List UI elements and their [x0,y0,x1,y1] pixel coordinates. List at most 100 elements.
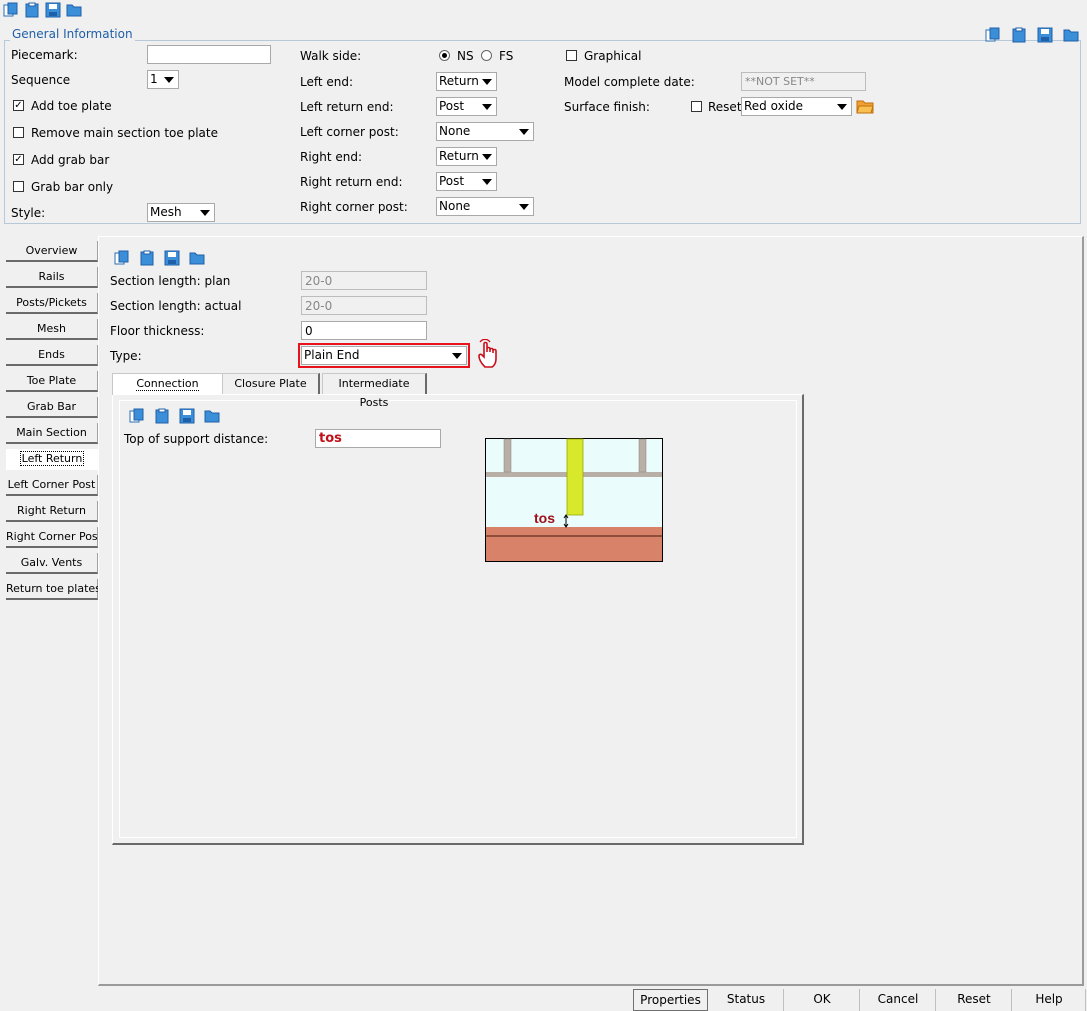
reset-checkbox[interactable] [691,101,702,112]
open-folder-icon[interactable] [1062,26,1080,44]
floor-thickness-label: Floor thickness: [110,324,205,338]
properties-button[interactable]: Properties [633,989,708,1011]
ok-button[interactable]: OK [785,989,860,1011]
tab-overview[interactable]: Overview [6,241,98,262]
connection-diagram: tos [485,438,663,562]
sequence-label: Sequence [11,73,71,87]
tab-label: Rails [38,270,65,283]
sequence-select[interactable]: 1 [147,70,179,89]
left-return-end-label: Left return end: [300,100,394,114]
surface-finish-value: Red oxide [744,99,804,113]
copy-icon[interactable] [113,249,131,267]
tab-main-section[interactable]: Main Section [6,423,98,444]
tab-closure-plate-label: Closure Plate [234,377,307,390]
tab-right-corner-post[interactable]: Right Corner Post [6,527,102,548]
add-grab-bar-label: Add grab bar [31,153,110,167]
top-toolbar [2,1,83,19]
diagram-tos-label: tos [534,510,555,526]
open-folder-icon[interactable] [203,407,221,425]
type-label: Type: [110,349,142,363]
tab-ends[interactable]: Ends [6,345,98,366]
help-button[interactable]: Help [1013,989,1086,1011]
walk-side-ns-label: NS [457,49,474,63]
paste-icon[interactable] [23,1,41,19]
copy-icon[interactable] [984,26,1002,44]
piecemark-label: Piecemark: [11,48,78,62]
save-icon[interactable] [1036,26,1054,44]
grab-bar-only-checkbox[interactable] [13,181,24,192]
panel-toolbar [113,249,206,267]
walk-side-fs-radio[interactable] [481,50,492,61]
type-value: Plain End [304,348,360,362]
section-length-plan-label: Section length: plan [110,274,231,288]
piecemark-input[interactable] [147,45,271,64]
tab-label: Left Corner Post [7,478,96,491]
tab-closure-plate[interactable]: Closure Plate [222,373,320,394]
sequence-value: 1 [150,72,158,86]
tab-left-return[interactable]: Left Return [6,449,98,470]
model-complete-date-input[interactable] [741,72,866,91]
save-icon[interactable] [178,407,196,425]
remove-main-toe-plate-checkbox[interactable] [13,127,24,138]
surface-finish-select[interactable]: Red oxide [741,97,852,116]
cancel-button[interactable]: Cancel [861,989,936,1011]
tab-rails[interactable]: Rails [6,267,98,288]
reset-label: Reset [708,100,742,114]
graphical-checkbox[interactable] [566,50,577,61]
left-return-end-select[interactable]: Post [436,97,497,116]
type-select[interactable]: Plain End [301,346,467,365]
tab-posts-pickets[interactable]: Posts/Pickets [6,293,98,314]
paste-icon[interactable] [153,407,171,425]
tab-label: Main Section [16,426,87,439]
tos-label: Top of support distance: [124,432,269,446]
paste-icon[interactable] [138,249,156,267]
paste-icon[interactable] [1010,26,1028,44]
chevron-down-icon [200,210,210,216]
chevron-down-icon [482,79,492,85]
tab-grab-bar[interactable]: Grab Bar [6,397,98,418]
copy-icon[interactable] [128,407,146,425]
chevron-down-icon [482,104,492,110]
tab-left-corner-post[interactable]: Left Corner Post [6,475,98,496]
left-corner-post-label: Left corner post: [300,125,399,139]
tab-galv-vents[interactable]: Galv. Vents [6,553,98,574]
status-button[interactable]: Status [709,989,784,1011]
add-grab-bar-checkbox[interactable]: ✓ [13,154,24,165]
tab-return-toe-plates[interactable]: Return toe plates [6,579,101,600]
right-return-end-select[interactable]: Post [436,172,497,191]
section-length-actual-input[interactable] [301,296,427,315]
open-folder-icon[interactable] [188,249,206,267]
left-return-end-value: Post [439,99,465,113]
grab-bar-only-label: Grab bar only [31,180,114,194]
save-icon[interactable] [44,1,62,19]
folder-icon[interactable] [856,97,874,115]
tab-right-return[interactable]: Right Return [6,501,98,522]
tab-connection-label: Connection [136,377,199,391]
open-folder-icon[interactable] [65,1,83,19]
right-corner-post-select[interactable]: None [436,197,534,216]
right-return-end-value: Post [439,174,465,188]
floor-thickness-input[interactable] [301,321,427,340]
save-icon[interactable] [163,249,181,267]
model-complete-date-label: Model complete date: [564,75,695,89]
style-select[interactable]: Mesh [147,203,215,222]
left-end-select[interactable]: Return [436,72,497,91]
tab-label: Right Corner Post [6,530,102,543]
copy-icon[interactable] [2,1,20,19]
surface-finish-label: Surface finish: [564,100,650,114]
add-toe-plate-checkbox[interactable]: ✓ [13,100,24,111]
left-corner-post-select[interactable]: None [436,122,534,141]
section-length-plan-input[interactable] [301,271,427,290]
general-toolbar [984,26,1080,44]
tos-input[interactable] [315,429,441,448]
tab-intermediate-posts[interactable]: Intermediate Posts [322,373,427,409]
tab-label: Galv. Vents [20,556,83,569]
walk-side-ns-radio[interactable] [439,50,450,61]
tab-label: Overview [25,244,78,257]
tab-mesh[interactable]: Mesh [6,319,98,340]
tab-toe-plate[interactable]: Toe Plate [6,371,98,392]
reset-button[interactable]: Reset [937,989,1012,1011]
right-end-select[interactable]: Return [436,147,497,166]
right-corner-post-label: Right corner post: [300,200,408,214]
tab-connection[interactable]: Connection [112,373,222,395]
